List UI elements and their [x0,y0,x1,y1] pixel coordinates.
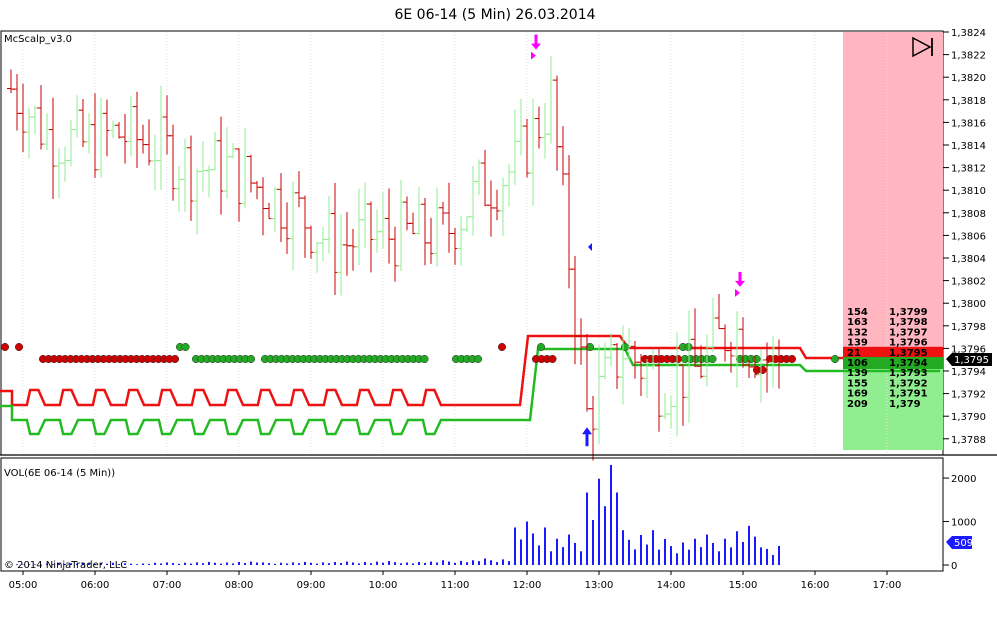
time-axis-label: 10:00 [369,580,398,591]
signal-dot-red [673,354,683,364]
current-volume-label: 509 [954,538,973,549]
time-axis-label: 07:00 [153,580,182,591]
ask-zone [843,32,943,353]
price-axis-label: 1,3820 [951,73,986,84]
price-axis-label: 1,3824 [951,28,986,39]
time-axis-label: 17:00 [873,580,902,591]
signal-dot-red [787,354,797,364]
time-axis-label: 13:00 [585,580,614,591]
chart-title: 6E 06-14 (5 Min) 26.03.2014 [394,7,595,23]
dom-row: 106 1,3794 [843,357,943,369]
signal-dot-green [420,354,429,364]
price-axis-label: 1,3816 [951,118,986,129]
price-axis-label: 1,3794 [951,367,986,378]
price-axis-label: 1,3788 [951,435,986,446]
current-price-label: 1,3795 [954,355,989,366]
volume-axis-label: 1000 [951,518,976,529]
time-axis-label: 09:00 [297,580,326,591]
signal-dot-green [752,354,761,364]
indicator-label: McScalp_v3.0 [4,34,72,45]
time-axis-label: 08:00 [225,580,254,591]
price-axis-label: 1,3812 [951,164,986,175]
time-axis-label: 16:00 [801,580,830,591]
price-axis-label: 1,3792 [951,390,986,401]
price-axis-label: 1,3818 [951,96,986,107]
copyright: © 2014 NinjaTrader, LLC [4,560,127,571]
signal-dot-green [181,342,190,352]
volume-axis-label: 0 [951,561,957,572]
volume-label: VOL(6E 06-14 (5 Min)) [4,468,115,479]
signal-dot-green [246,354,256,364]
signal-dot-green [620,342,630,352]
price-axis-label: 1,3790 [951,412,986,423]
time-axis-label: 05:00 [9,580,38,591]
price-axis-label: 1,3810 [951,186,986,197]
signal-dot-red [170,354,180,364]
signal-dot-green [708,354,717,364]
time-axis-label: 15:00 [729,580,758,591]
time-axis-label: 14:00 [657,580,686,591]
chart-canvas: 6E 06-14 (5 Min) 26.03.2014 McScalp_v3.0… [0,0,997,617]
price-axis-label: 1,3806 [951,231,986,242]
price-axis-label: 1,3800 [951,299,986,310]
time-axis-label: 11:00 [441,580,470,591]
price-axis-label: 1,3802 [951,277,986,288]
price-axis-label: 1,3814 [951,141,986,152]
price-axis-label: 1,3808 [951,209,986,220]
signal-dot-green [473,354,483,364]
signal-dot-red [497,342,507,352]
signal-dot-red [548,354,557,364]
time-axis-label: 12:00 [513,580,542,591]
dom-price: 1,379 [889,399,921,410]
signal-dot-green [830,354,840,364]
price-axis-label: 1,3822 [951,51,986,62]
current-price-marker: 1,3795 [946,353,992,366]
signal-dot-green [536,342,546,352]
signal-dot-red [0,342,10,352]
chart-window: 6E 06-14 (5 Min) 26.03.2014 McScalp_v3.0… [0,0,997,617]
signal-dot-red [14,342,24,352]
time-axis-label: 06:00 [81,580,110,591]
volume-axis-label: 2000 [951,474,976,485]
dom-qty: 209 [847,399,868,410]
price-axis-label: 1,3804 [951,254,986,265]
signal-dot-red [758,365,767,375]
price-axis-label: 1,3798 [951,322,986,333]
